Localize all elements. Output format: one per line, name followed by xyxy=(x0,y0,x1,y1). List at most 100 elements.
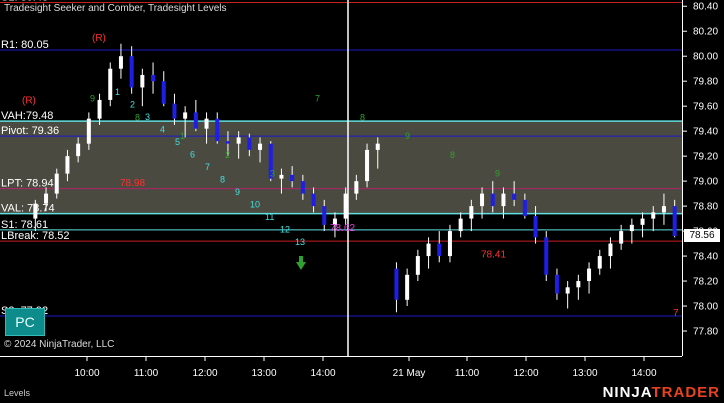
level-label-lbreak: LBreak: 78.52 xyxy=(1,230,70,242)
inline-label: 7 xyxy=(673,308,679,319)
candle xyxy=(437,231,442,263)
comber-count: 8 xyxy=(360,112,365,122)
candle xyxy=(108,62,113,107)
level-label-pivot: Pivot: 79.36 xyxy=(1,125,59,137)
ninjatrader-logo: NINJATRADER xyxy=(602,384,720,401)
comber-count: 3 xyxy=(270,169,275,179)
candle-body xyxy=(490,193,495,207)
candle-body xyxy=(365,149,370,182)
level-label-s1: S1: 78.61 xyxy=(1,219,48,231)
candle xyxy=(544,231,549,282)
level-label-r1: R1: 80.05 xyxy=(1,39,49,51)
footer-bar: Levels NINJATRADER xyxy=(0,382,724,403)
price-tick-label: 79.20 xyxy=(693,152,718,163)
inline-label: 78.62 xyxy=(330,223,355,234)
inline-label: 78.98 xyxy=(120,178,145,189)
candle-body xyxy=(640,218,645,225)
time-tick-label: 12:00 xyxy=(513,368,538,379)
candle-body xyxy=(247,137,252,150)
candle xyxy=(619,224,624,250)
candle xyxy=(629,218,634,244)
candle-body xyxy=(236,137,241,144)
candle-body xyxy=(290,174,295,182)
candle-body xyxy=(65,156,70,174)
chart-plot-area[interactable]: S1: 80.43R1: 80.05VAH:79.48Pivot: 79.36L… xyxy=(0,0,682,356)
candle-body xyxy=(86,118,91,144)
candle-body xyxy=(522,199,527,217)
seeker-count: 10 xyxy=(250,200,260,210)
candle-body xyxy=(172,103,177,119)
seeker-count: 9 xyxy=(235,187,240,197)
candle xyxy=(97,93,102,125)
candle-body xyxy=(215,118,220,142)
candle xyxy=(576,274,581,300)
time-tick-label: 21 May xyxy=(393,368,426,379)
candle-body xyxy=(354,181,359,194)
time-tick-label: 12:00 xyxy=(192,368,217,379)
seeker-count: 11 xyxy=(265,212,274,222)
time-tick-label: 14:00 xyxy=(310,368,335,379)
price-tick-label: 79.80 xyxy=(693,77,718,88)
candle-body xyxy=(183,112,188,119)
candle-body xyxy=(129,56,134,88)
price-axis[interactable]: 80.40 80.20 80.00 79.80 79.60 79.40 79.20 79.00… xyxy=(682,0,724,356)
price-axis-scale: 80.40 80.20 80.00 79.80 79.60 79.40 79.20 79.00… xyxy=(683,2,718,338)
candle xyxy=(129,46,134,94)
candle-body xyxy=(161,81,166,104)
price-tick-label: 78.80 xyxy=(693,202,718,213)
candle-body xyxy=(415,256,420,275)
time-tick-label: 10:00 xyxy=(74,368,99,379)
candle-body xyxy=(44,193,49,204)
inline-label: (R) xyxy=(22,96,36,107)
candle xyxy=(193,99,198,132)
candle-body xyxy=(512,193,517,200)
candle xyxy=(458,212,463,238)
levels-tab[interactable]: Levels xyxy=(4,388,30,398)
candle-body xyxy=(54,173,59,194)
price-tick-label: 80.00 xyxy=(693,52,718,63)
candle-body xyxy=(118,56,123,69)
candle-body xyxy=(437,243,442,257)
candle-body xyxy=(629,224,634,232)
candle xyxy=(426,237,431,269)
comber-count: 8 xyxy=(135,112,140,122)
candle-body xyxy=(501,193,506,207)
comber-count: 9 xyxy=(405,131,410,141)
candle-body xyxy=(76,143,81,157)
candle-body xyxy=(661,206,666,213)
pc-button[interactable]: PC xyxy=(5,308,45,336)
time-axis-scale: 10:00 11:00 12:00 13:00 14:00 21 May 11:00 12:0… xyxy=(74,357,657,379)
comber-count: 7 xyxy=(315,94,320,104)
inline-label: 78.41 xyxy=(481,249,506,260)
time-tick-label: 11:00 xyxy=(455,368,480,379)
comber-count: 1 xyxy=(180,131,185,141)
price-tick-label: 77.80 xyxy=(693,327,718,338)
candle-body xyxy=(469,206,474,219)
candle-body xyxy=(619,231,624,244)
price-tick-label: 78.20 xyxy=(693,277,718,288)
seeker-count: 4 xyxy=(160,125,165,135)
price-tick-label: 79.60 xyxy=(693,102,718,113)
candle-body xyxy=(140,74,145,88)
seeker-count: 6 xyxy=(190,150,195,160)
time-axis[interactable]: 10:00 11:00 12:00 13:00 14:00 21 May 11:00 12:0… xyxy=(0,356,682,382)
candle-body xyxy=(108,68,113,100)
candle-body xyxy=(458,218,463,232)
comber-count: 9 xyxy=(90,94,95,104)
seeker-count: 7 xyxy=(205,162,210,172)
candle xyxy=(172,93,177,125)
candle-body xyxy=(204,118,209,129)
candle-body xyxy=(97,99,102,119)
price-tick-label: 80.40 xyxy=(693,2,718,13)
candle-body xyxy=(597,256,602,269)
candle-body xyxy=(258,143,263,150)
level-label-val: VAL: 78.74 xyxy=(1,203,55,215)
candle xyxy=(140,68,145,107)
candle-body xyxy=(279,174,284,179)
time-tick-label: 14:00 xyxy=(631,368,656,379)
price-chart[interactable]: S1: 80.43R1: 80.05VAH:79.48Pivot: 79.36L… xyxy=(0,0,682,356)
candle-body xyxy=(608,243,613,257)
copyright-label: © 2024 NinjaTrader, LLC xyxy=(4,339,115,350)
current-price-tag: 78.56 xyxy=(684,229,720,242)
candle-body xyxy=(375,143,380,150)
